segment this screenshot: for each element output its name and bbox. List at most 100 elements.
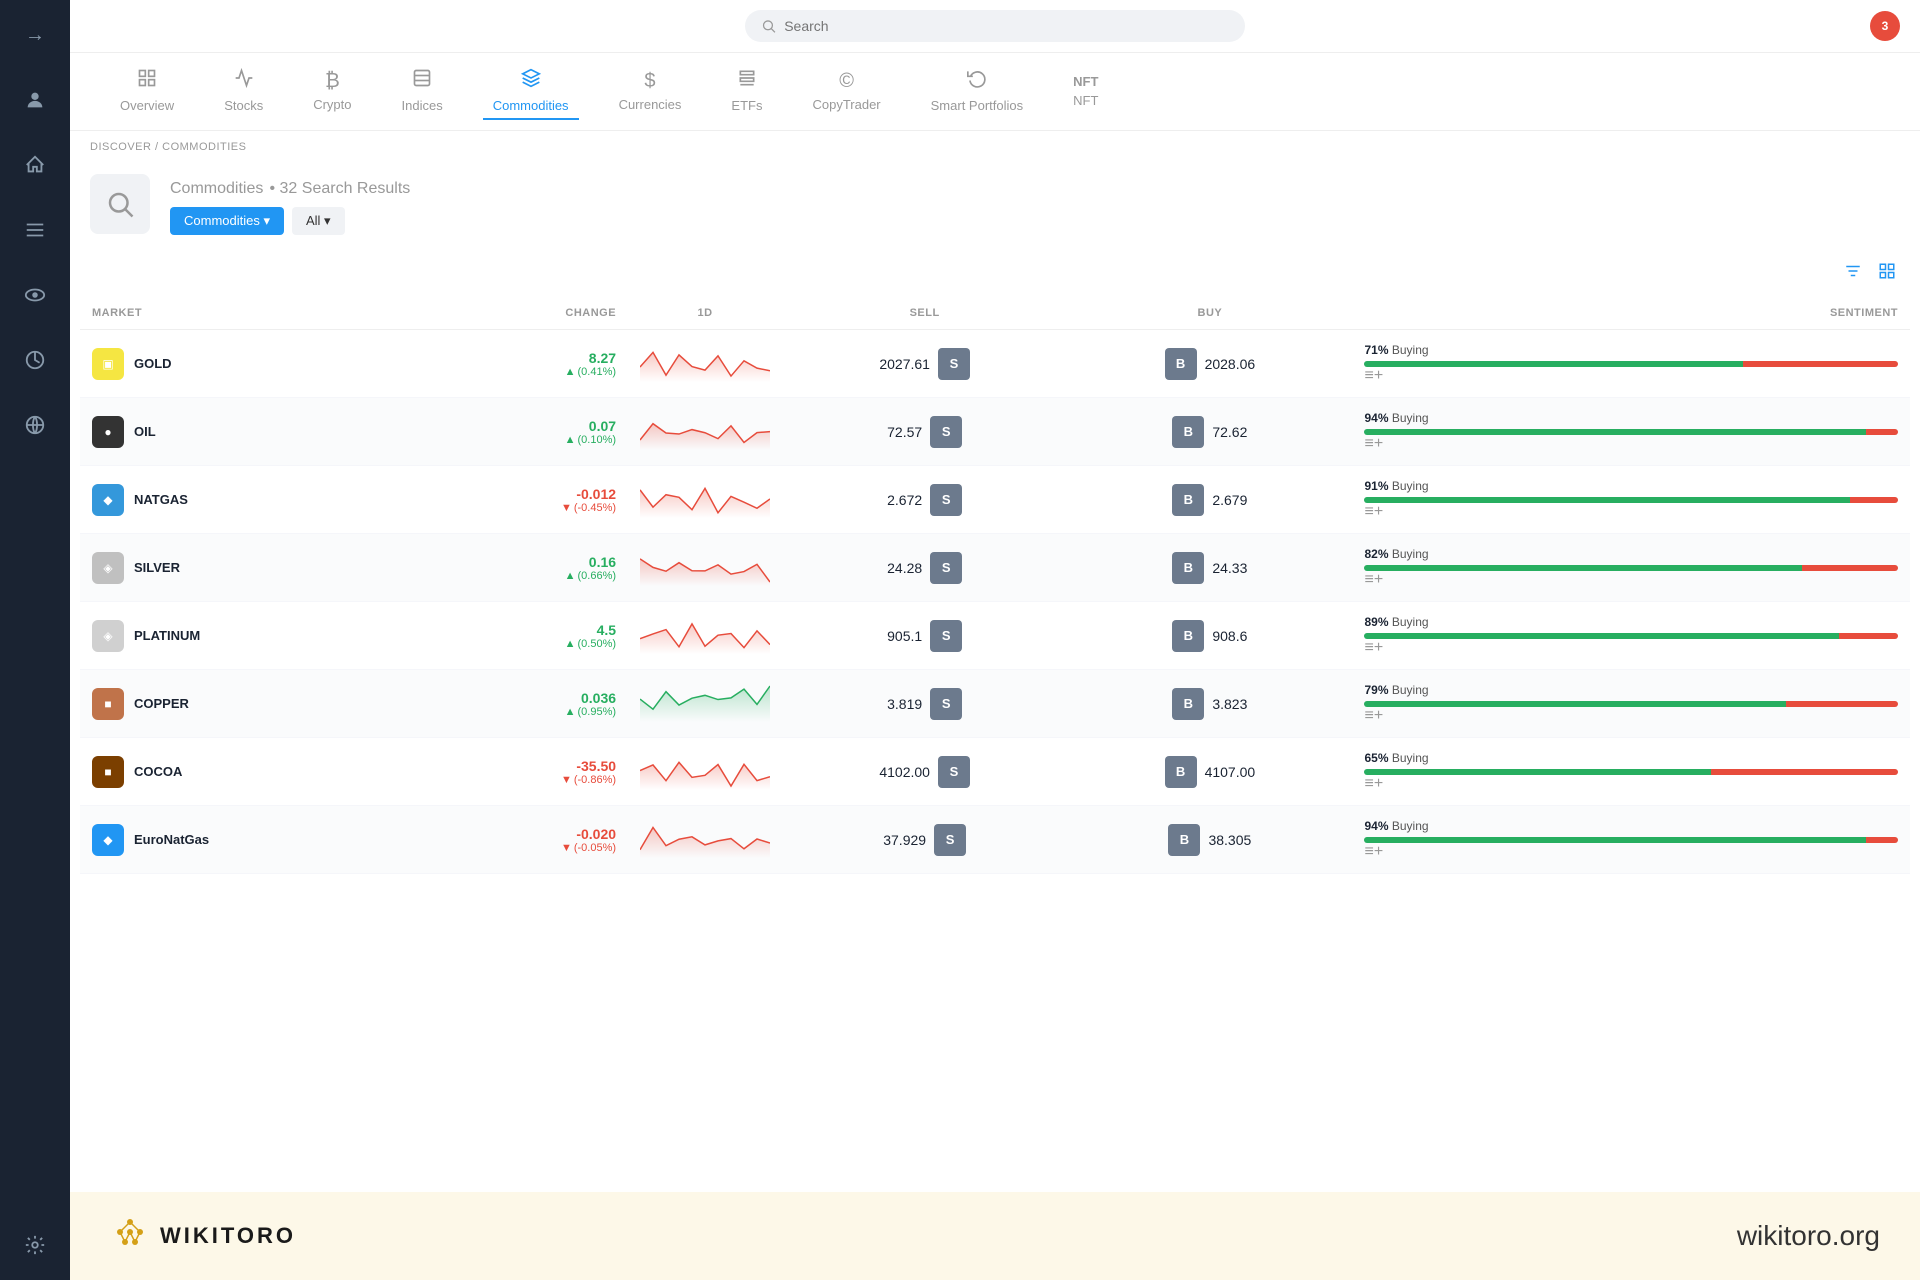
filter-row: Commodities ▾ All ▾ (170, 207, 410, 235)
filter-button[interactable] (1840, 258, 1866, 289)
page-header-info: Commodities • 32 Search Results Commodit… (170, 173, 410, 235)
sell-price: 72.57 (887, 424, 922, 440)
feed-icon[interactable] (15, 210, 55, 250)
buy-button[interactable]: B (1172, 688, 1204, 720)
market-icon: ■ (92, 756, 124, 788)
search-box[interactable] (745, 10, 1245, 42)
sell-price: 2.672 (887, 492, 922, 508)
home-icon[interactable] (15, 145, 55, 185)
footer-logo: WIKITORO (110, 1212, 296, 1260)
change-percent: ▲ (0.95%) (443, 706, 616, 718)
table-row: ◆ NATGAS -0.012 ▼ (-0.45%) 2.672 S (80, 466, 1910, 534)
tab-smart-portfolios[interactable]: Smart Portfolios (921, 63, 1033, 120)
market-icon: ◆ (92, 824, 124, 856)
buy-button[interactable]: B (1165, 756, 1197, 788)
watchlist-icon[interactable] (15, 275, 55, 315)
more-options-button[interactable]: ≡+ (1364, 775, 1383, 793)
sidebar: → (0, 0, 70, 1280)
col-market: MARKET (80, 297, 431, 330)
tab-crypto[interactable]: ₿ Crypto (303, 65, 361, 119)
nft-icon: NFT (1073, 74, 1098, 89)
sell-button[interactable]: S (930, 416, 962, 448)
buy-button[interactable]: B (1172, 416, 1204, 448)
settings-icon[interactable] (15, 1225, 55, 1265)
commodities-table: MARKET CHANGE 1D SELL BUY SENTIMENT ▣ GO… (80, 297, 1910, 874)
market-icon: ◈ (92, 620, 124, 652)
footer-logo-text: WIKITORO (160, 1223, 296, 1249)
sell-cell: 4102.00 S (782, 738, 1067, 806)
etfs-icon (737, 68, 757, 94)
sell-button[interactable]: S (934, 824, 966, 856)
tab-stocks[interactable]: Stocks (214, 63, 273, 120)
page-icon (90, 174, 150, 234)
portfolio-icon[interactable] (15, 340, 55, 380)
tab-indices[interactable]: Indices (392, 63, 453, 120)
avatar-icon[interactable] (15, 80, 55, 120)
sell-button[interactable]: S (930, 484, 962, 516)
change-percent: ▼ (-0.86%) (443, 774, 616, 786)
search-input[interactable] (784, 18, 1229, 34)
sentiment-green-bar (1364, 497, 1849, 503)
sentiment-green-bar (1364, 633, 1839, 639)
col-1d: 1D (628, 297, 782, 330)
sell-button[interactable]: S (930, 620, 962, 652)
sell-button[interactable]: S (930, 688, 962, 720)
sell-button[interactable]: S (938, 756, 970, 788)
notification-bell[interactable]: 3 (1870, 11, 1900, 41)
globe-icon[interactable] (15, 405, 55, 445)
buy-button[interactable]: B (1172, 484, 1204, 516)
sentiment-green-bar (1364, 769, 1711, 775)
change-cell: -0.012 ▼ (-0.45%) (431, 466, 628, 534)
buy-cell: B 2.679 (1067, 466, 1352, 534)
sell-cell: 37.929 S (782, 806, 1067, 874)
chart-cell (628, 602, 782, 670)
tab-nft[interactable]: NFT NFT (1063, 69, 1108, 115)
all-filter-button[interactable]: All ▾ (292, 207, 345, 235)
sell-button[interactable]: S (930, 552, 962, 584)
tab-overview[interactable]: Overview (110, 63, 184, 120)
sentiment-label: 65% Buying (1364, 751, 1898, 765)
market-icon: ▣ (92, 348, 124, 380)
stocks-icon (234, 68, 254, 94)
buy-price: 3.823 (1212, 696, 1247, 712)
topbar: 3 (70, 0, 1920, 53)
sentiment-label: 82% Buying (1364, 547, 1898, 561)
arrow-right-icon[interactable]: → (15, 15, 55, 55)
more-options-button[interactable]: ≡+ (1364, 367, 1383, 385)
commodities-icon (521, 68, 541, 94)
sentiment-bar (1364, 769, 1898, 775)
buy-button[interactable]: B (1168, 824, 1200, 856)
more-options-button[interactable]: ≡+ (1364, 843, 1383, 861)
commodities-filter-button[interactable]: Commodities ▾ (170, 207, 284, 235)
change-value: 0.16 (443, 554, 616, 570)
sell-cell: 2.672 S (782, 466, 1067, 534)
sell-button[interactable]: S (938, 348, 970, 380)
more-options-button[interactable]: ≡+ (1364, 571, 1383, 589)
footer-url: wikitoro.org (1737, 1220, 1880, 1252)
more-options-button[interactable]: ≡+ (1364, 503, 1383, 521)
sentiment-label: 94% Buying (1364, 819, 1898, 833)
indices-icon (412, 68, 432, 94)
more-options-button[interactable]: ≡+ (1364, 639, 1383, 657)
market-icon: ● (92, 416, 124, 448)
tab-etfs[interactable]: ETFs (721, 63, 772, 120)
mini-chart (640, 682, 770, 722)
sentiment-bar (1364, 361, 1898, 367)
change-value: 4.5 (443, 622, 616, 638)
market-name: GOLD (134, 356, 172, 371)
tab-currencies[interactable]: $ Currencies (609, 65, 692, 119)
market-name: COCOA (134, 764, 182, 779)
buy-button[interactable]: B (1172, 620, 1204, 652)
more-options-button[interactable]: ≡+ (1364, 707, 1383, 725)
change-cell: -0.020 ▼ (-0.05%) (431, 806, 628, 874)
sentiment-green-bar (1364, 837, 1866, 843)
buy-button[interactable]: B (1165, 348, 1197, 380)
change-cell: 8.27 ▲ (0.41%) (431, 330, 628, 398)
page-header: Commodities • 32 Search Results Commodit… (70, 163, 1920, 250)
buy-button[interactable]: B (1172, 552, 1204, 584)
more-options-button[interactable]: ≡+ (1364, 435, 1383, 453)
sentiment-red-bar (1743, 361, 1898, 367)
tab-commodities[interactable]: Commodities (483, 63, 579, 120)
grid-view-button[interactable] (1874, 258, 1900, 289)
tab-copytrader[interactable]: © CopyTrader (802, 65, 890, 119)
